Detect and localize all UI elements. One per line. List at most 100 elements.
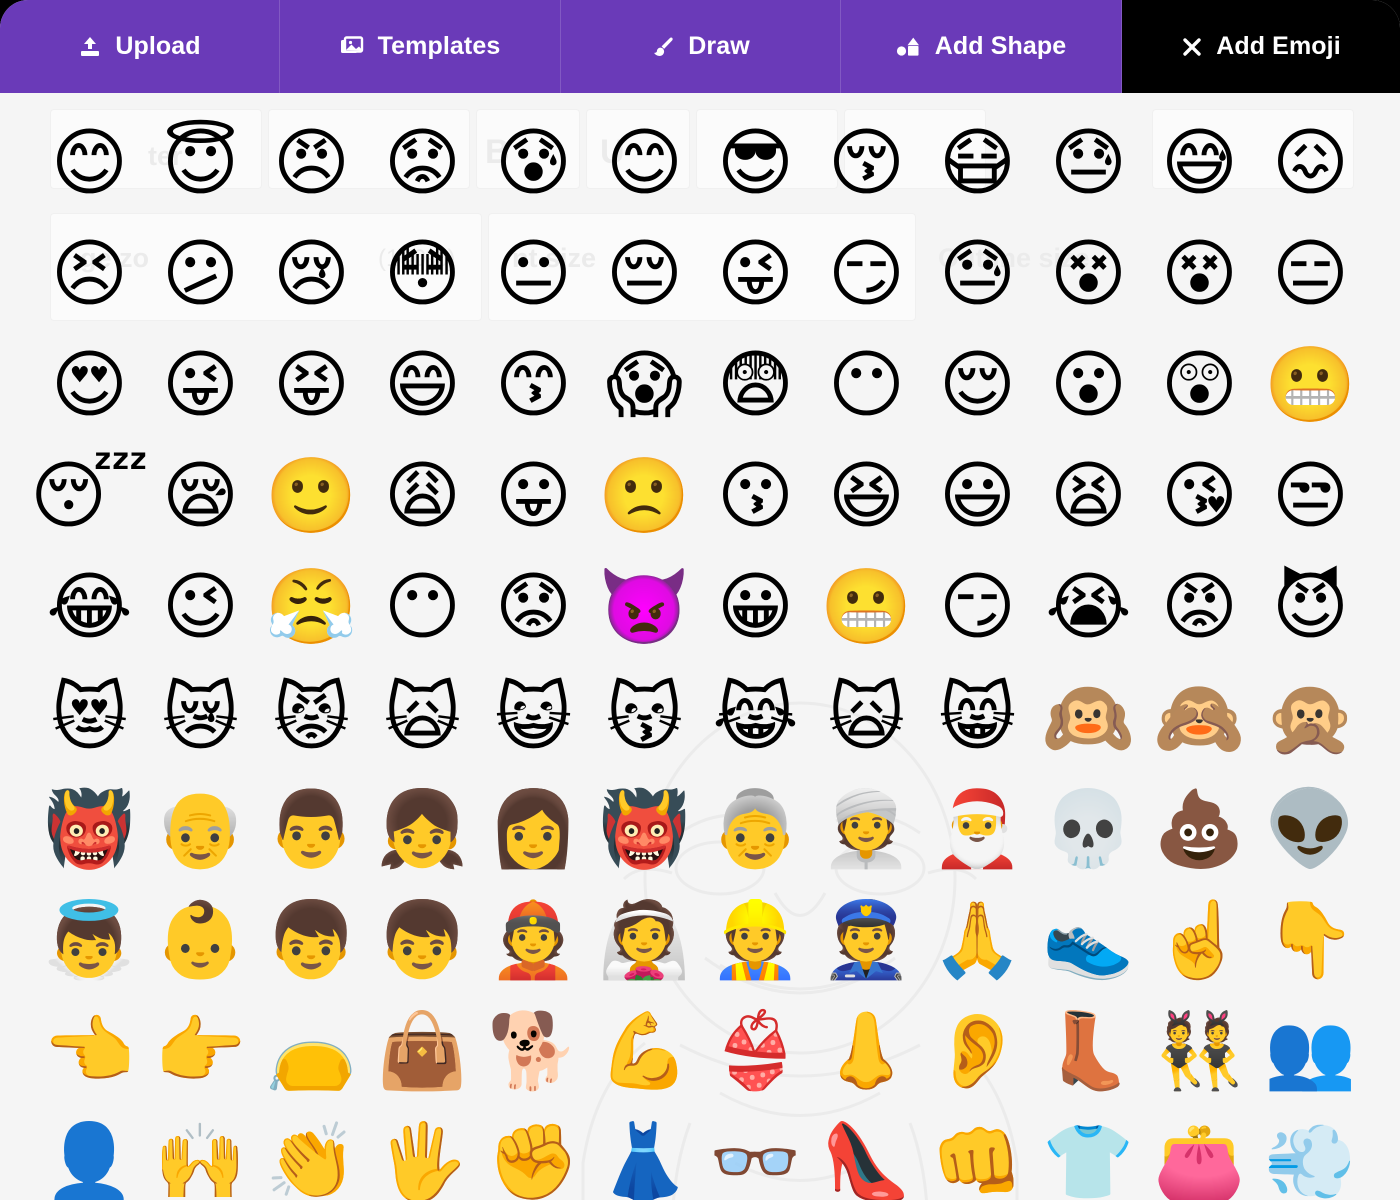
emoji-cell[interactable]: 👤 (34, 1106, 145, 1200)
emoji-cell[interactable]: 😪 (145, 440, 256, 551)
emoji-cell[interactable]: 😺 (478, 662, 589, 773)
emoji-cell[interactable]: 😂 (34, 551, 145, 662)
emoji-cell[interactable]: 😌 (922, 329, 1033, 440)
emoji-cell[interactable]: 👇 (1255, 884, 1366, 995)
emoji-cell[interactable]: 👶 (145, 884, 256, 995)
emoji-cell[interactable]: 👟 (1033, 884, 1144, 995)
emoji-cell[interactable]: 💨 (1255, 1106, 1366, 1200)
emoji-cell[interactable]: 👩 (478, 773, 589, 884)
emoji-cell[interactable]: 😄 (367, 329, 478, 440)
emoji-cell[interactable]: 😡 (1144, 551, 1255, 662)
emoji-cell[interactable]: 😩 (367, 440, 478, 551)
emoji-cell[interactable]: 😓 (922, 218, 1033, 329)
emoji-cell[interactable]: 🙁 (589, 440, 700, 551)
emoji-cell[interactable]: 😟 (478, 551, 589, 662)
emoji-cell[interactable]: 👂 (922, 995, 1033, 1106)
emoji-cell[interactable]: 🙂 (256, 440, 367, 551)
emoji-picker-grid[interactable]: 😊 😇 😠 😟 😰 😊 😎 😚 😷 😓 😅 😖 😣 😕 😢 😳 😐 😔 😜 😏 😓 😵 😵 😑 😍 😜 😝 😄 😙 😱 😨 😶 😌 😮 😲 😬 😴 😪 🙂 😩… (0, 93, 1400, 1200)
emoji-cell[interactable]: 😬 (811, 551, 922, 662)
templates-button[interactable]: Templates (280, 0, 561, 93)
emoji-cell[interactable]: 👛 (1144, 1106, 1255, 1200)
emoji-cell[interactable]: 👷 (700, 884, 811, 995)
emoji-cell[interactable]: 😔 (589, 218, 700, 329)
emoji-cell[interactable]: 👙 (700, 995, 811, 1106)
emoji-cell[interactable]: 👕 (1033, 1106, 1144, 1200)
emoji-cell[interactable]: 😟 (367, 107, 478, 218)
emoji-cell[interactable]: 👼 (34, 884, 145, 995)
emoji-cell[interactable]: 😜 (145, 329, 256, 440)
emoji-cell[interactable]: 👹 (589, 773, 700, 884)
emoji-cell[interactable]: 😘 (1144, 440, 1255, 551)
emoji-cell[interactable]: 🐕 (478, 995, 589, 1106)
add-shape-button[interactable]: Add Shape (841, 0, 1122, 93)
emoji-cell[interactable]: 👝 (256, 995, 367, 1106)
emoji-cell[interactable]: 💪 (589, 995, 700, 1106)
emoji-cell[interactable]: 😃 (922, 440, 1033, 551)
emoji-cell[interactable]: 🙏 (922, 884, 1033, 995)
emoji-cell[interactable]: 😖 (1255, 107, 1366, 218)
emoji-cell[interactable]: 🙌 (145, 1106, 256, 1200)
emoji-cell[interactable]: 😚 (811, 107, 922, 218)
emoji-cell[interactable]: 👵 (700, 773, 811, 884)
emoji-cell[interactable]: 😜 (700, 218, 811, 329)
emoji-cell[interactable]: 😬 (1255, 329, 1366, 440)
emoji-cell[interactable]: 😕 (145, 218, 256, 329)
emoji-cell[interactable]: 👽 (1255, 773, 1366, 884)
emoji-cell[interactable]: 😎 (700, 107, 811, 218)
emoji-cell[interactable]: 😝 (256, 329, 367, 440)
emoji-cell[interactable]: 😲 (1144, 329, 1255, 440)
emoji-cell[interactable]: 👦 (367, 884, 478, 995)
emoji-cell[interactable]: 👨 (256, 773, 367, 884)
emoji-cell[interactable]: 😿 (145, 662, 256, 773)
emoji-cell[interactable]: 🙊 (1255, 662, 1366, 773)
emoji-cell[interactable]: 😨 (700, 329, 811, 440)
emoji-cell[interactable]: 👢 (1033, 995, 1144, 1106)
emoji-cell[interactable]: 😑 (1255, 218, 1366, 329)
emoji-cell[interactable]: 😠 (256, 107, 367, 218)
emoji-cell[interactable]: 😭 (1033, 551, 1144, 662)
emoji-cell[interactable]: 🙉 (1033, 662, 1144, 773)
emoji-cell[interactable]: 😷 (922, 107, 1033, 218)
emoji-cell[interactable]: 😇 (145, 107, 256, 218)
emoji-cell[interactable]: 👰 (589, 884, 700, 995)
emoji-cell[interactable]: 😏 (922, 551, 1033, 662)
emoji-cell[interactable]: 👴 (145, 773, 256, 884)
emoji-cell[interactable]: 😊 (589, 107, 700, 218)
emoji-cell[interactable]: 😸 (922, 662, 1033, 773)
emoji-cell[interactable]: 😀 (700, 551, 811, 662)
emoji-cell[interactable]: 👯 (1144, 995, 1255, 1106)
emoji-cell[interactable]: 😒 (1255, 440, 1366, 551)
emoji-cell[interactable]: 👊 (922, 1106, 1033, 1200)
draw-button[interactable]: Draw (561, 0, 841, 93)
emoji-cell[interactable]: 👿 (589, 551, 700, 662)
emoji-cell[interactable]: 😢 (256, 218, 367, 329)
emoji-cell[interactable]: 💩 (1144, 773, 1255, 884)
add-emoji-button[interactable]: Add Emoji (1122, 0, 1400, 93)
emoji-cell[interactable]: 👦 (256, 884, 367, 995)
emoji-cell[interactable]: 😗 (700, 440, 811, 551)
emoji-cell[interactable]: 👉 (145, 995, 256, 1106)
emoji-cell[interactable]: 👓 (700, 1106, 811, 1200)
emoji-cell[interactable]: 😙 (478, 329, 589, 440)
emoji-cell[interactable]: ✊ (478, 1106, 589, 1200)
emoji-cell[interactable]: 😤 (256, 551, 367, 662)
emoji-cell[interactable]: 😶 (811, 329, 922, 440)
emoji-cell[interactable]: 👧 (367, 773, 478, 884)
emoji-cell[interactable]: 😮 (1033, 329, 1144, 440)
emoji-cell[interactable]: 😆 (811, 440, 922, 551)
emoji-cell[interactable]: 😓 (1033, 107, 1144, 218)
emoji-cell[interactable]: 👹 (34, 773, 145, 884)
emoji-cell[interactable]: 👈 (34, 995, 145, 1106)
emoji-cell[interactable]: 😱 (589, 329, 700, 440)
emoji-cell[interactable]: 😻 (34, 662, 145, 773)
emoji-cell[interactable]: 🙈 (1144, 662, 1255, 773)
emoji-cell[interactable]: 👥 (1255, 995, 1366, 1106)
emoji-cell[interactable]: 😣 (34, 218, 145, 329)
emoji-cell[interactable]: 😐 (478, 218, 589, 329)
emoji-cell[interactable]: 😏 (811, 218, 922, 329)
emoji-cell[interactable]: 🙀 (367, 662, 478, 773)
emoji-cell[interactable]: 👳 (811, 773, 922, 884)
emoji-cell[interactable]: 👮 (811, 884, 922, 995)
emoji-cell[interactable]: 👜 (367, 995, 478, 1106)
emoji-cell[interactable]: 👗 (589, 1106, 700, 1200)
